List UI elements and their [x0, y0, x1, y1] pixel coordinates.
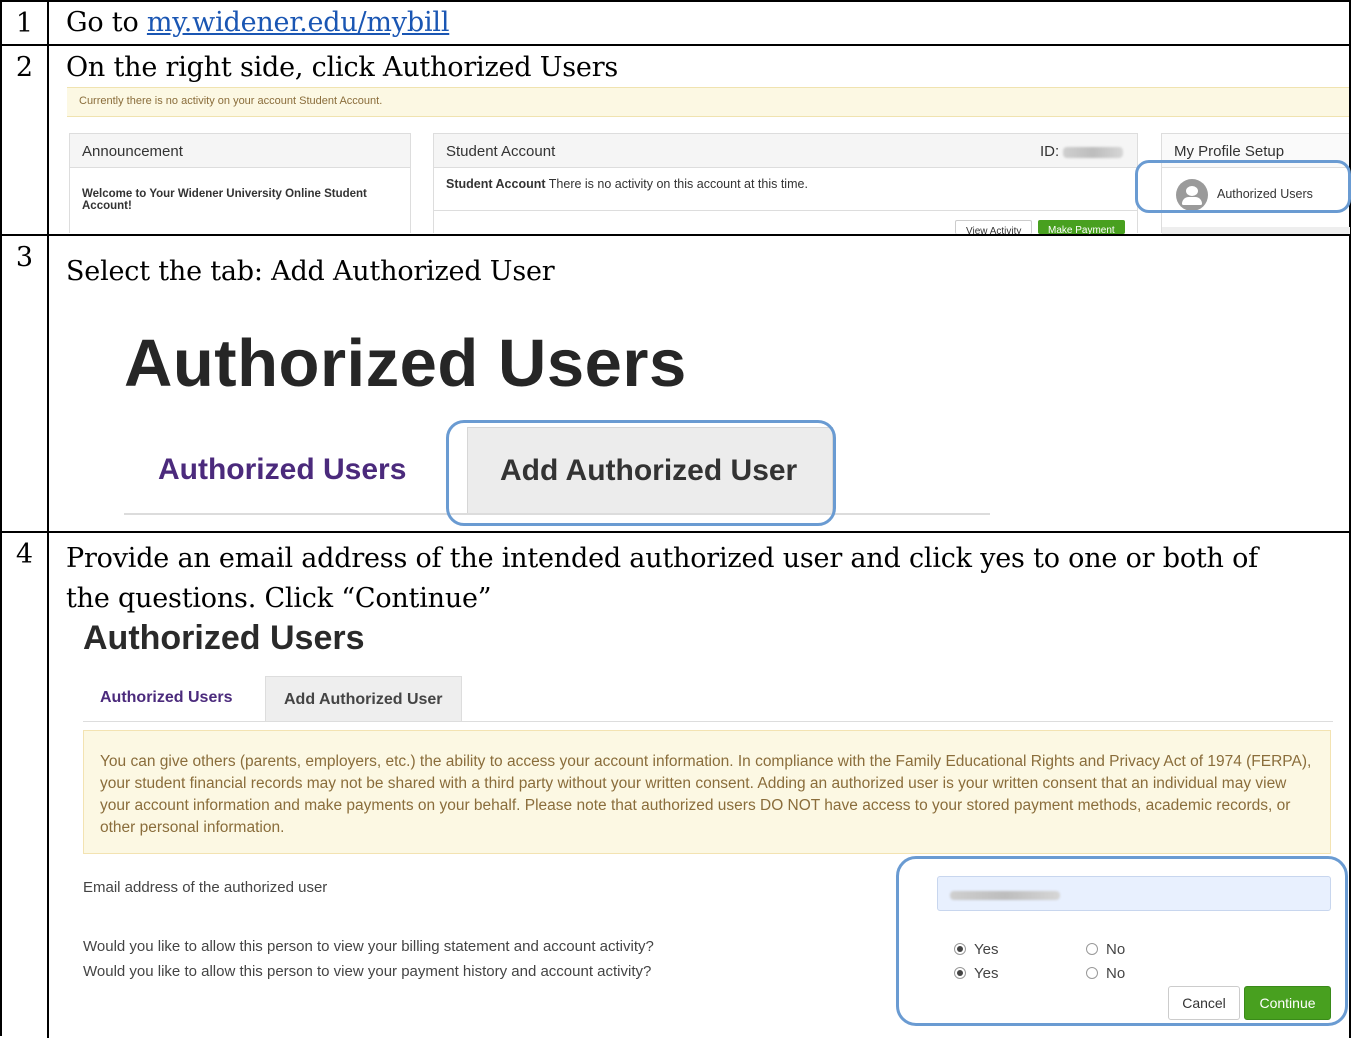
payment-question: Would you like to allow this person to v… [83, 963, 652, 980]
announcement-panel: Announcement Welcome to Your Widener Uni… [69, 133, 411, 233]
view-activity-button[interactable]: View Activity [955, 220, 1033, 234]
announcement-body: Welcome to Your Widener University Onlin… [82, 188, 367, 212]
page-title-zoomed: Authorized Users [124, 326, 687, 401]
account-id: ID: [1040, 143, 1124, 160]
email-label: Email address of the authorized user [83, 879, 328, 896]
highlight-form-inputs [896, 856, 1348, 1026]
student-account-body: Student Account There is no activity on … [446, 177, 808, 191]
highlight-authorized-users [1135, 160, 1351, 213]
make-payment-button[interactable]: Make Payment [1038, 220, 1125, 234]
step-row-1: 1 Go to my.widener.edu/mybill [2, 2, 1351, 46]
step-number: 4 [2, 533, 49, 1038]
tab-add-authorized-user[interactable]: Add Authorized User [265, 676, 462, 722]
step-number: 3 [2, 236, 49, 531]
step-text: Select the tab: Add Authorized User [66, 256, 555, 287]
student-account-panel: Student Account ID: Student Account Ther… [433, 133, 1138, 234]
step-number: 2 [2, 46, 49, 234]
highlight-add-tab [446, 420, 836, 526]
ferpa-info-box: You can give others (parents, employers,… [83, 730, 1331, 854]
tab-authorized-users-zoomed[interactable]: Authorized Users [158, 453, 406, 487]
step-text: Provide an email address of the intended… [66, 543, 1258, 614]
announcement-title: Announcement [70, 134, 410, 168]
activity-notice: Currently there is no activity on your a… [67, 87, 1349, 117]
mybill-link[interactable]: my.widener.edu/mybill [147, 7, 450, 38]
billing-question: Would you like to allow this person to v… [83, 938, 654, 955]
tab-authorized-users[interactable]: Authorized Users [100, 689, 232, 707]
student-account-header: Student Account ID: [434, 134, 1137, 168]
step-text: On the right side, click Authorized User… [66, 52, 619, 83]
form-page-title: Authorized Users [83, 619, 365, 657]
step-text: Go to my.widener.edu/mybill [66, 7, 450, 38]
step-number: 1 [2, 2, 49, 44]
